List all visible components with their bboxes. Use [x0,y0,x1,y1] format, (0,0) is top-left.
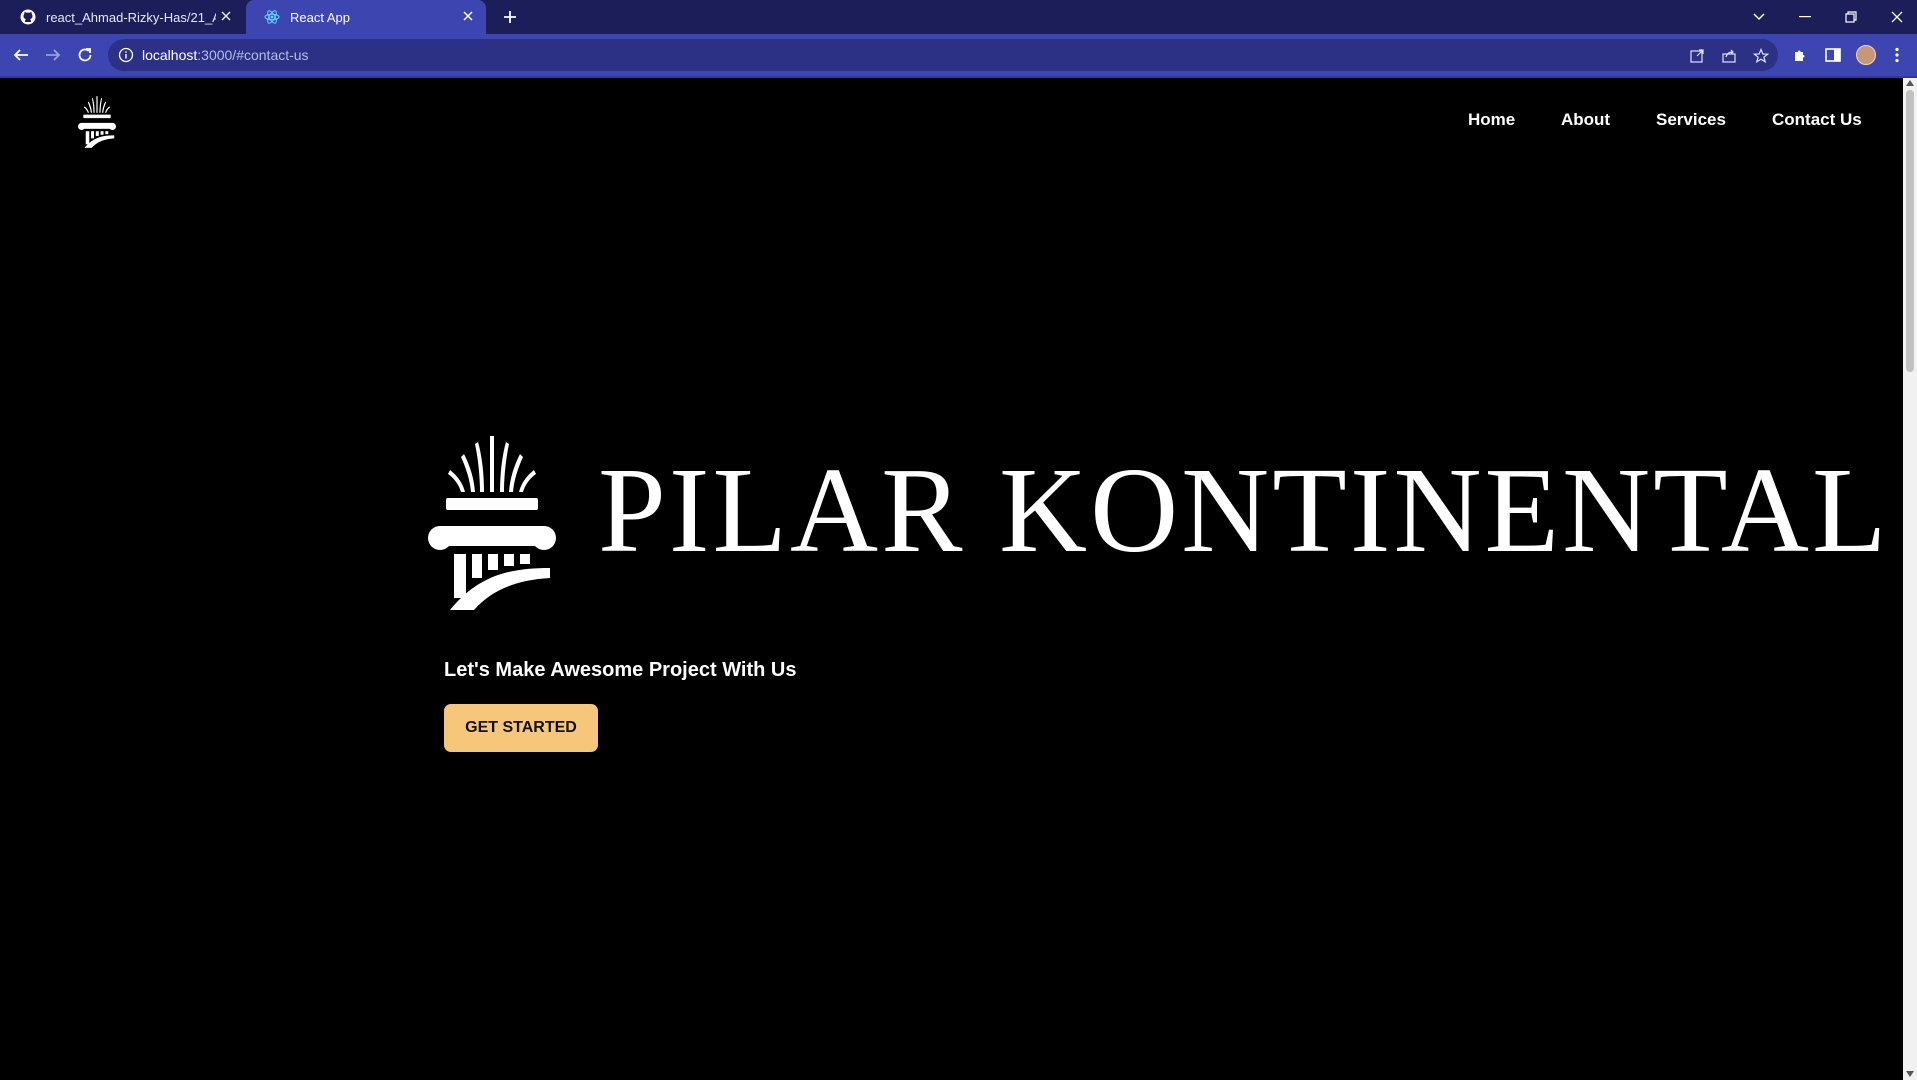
nav-home-link[interactable]: Home [1468,110,1515,130]
site-logo[interactable] [78,96,116,148]
new-tab-icon[interactable] [500,7,520,27]
nav-services-link[interactable]: Services [1656,110,1726,130]
url-text: localhost:3000/#contact-us [142,47,309,63]
scroll-down-arrow-icon[interactable] [1906,1071,1914,1077]
browser-tab-react-app[interactable]: React App [246,0,486,34]
tab-title: React App [290,9,350,25]
side-panel-icon[interactable] [1822,44,1844,66]
back-arrow-icon[interactable] [10,44,32,66]
site-info-icon[interactable] [118,47,134,63]
more-menu-icon[interactable] [1886,44,1908,66]
hero-pillar-logo [428,436,556,610]
restore-icon[interactable] [1840,6,1862,28]
profile-avatar[interactable] [1856,45,1876,65]
scrollbar-thumb[interactable] [1906,90,1914,372]
nav-contact-us-link[interactable]: Contact Us [1772,110,1862,130]
close-tab-icon[interactable] [460,8,476,24]
bookmark-star-icon[interactable] [1752,47,1770,65]
close-tab-icon[interactable] [218,8,234,24]
address-bar[interactable]: localhost:3000/#contact-us [108,39,1778,71]
scroll-up-arrow-icon[interactable] [1906,80,1914,86]
hero-tagline: Let's Make Awesome Project With Us [444,659,797,681]
tab-search-chevron-icon[interactable] [1748,6,1770,28]
page-scrollbar[interactable] [1903,78,1917,1080]
get-started-button[interactable]: GET STARTED [444,704,598,752]
browser-tabstrip: react_Ahmad-Rizky-Has/21_Auth React App [0,0,1917,34]
reload-icon[interactable] [74,44,96,66]
react-icon [264,9,280,25]
nav-about-link[interactable]: About [1561,110,1610,130]
browser-toolbar: localhost:3000/#contact-us [0,34,1917,78]
tab-title: react_Ahmad-Rizky-Has/21_Auth [46,9,216,25]
open-in-new-icon[interactable] [1688,47,1706,65]
extensions-puzzle-icon[interactable] [1790,44,1812,66]
page-viewport [0,78,1903,1080]
minimize-icon[interactable] [1794,6,1816,28]
close-window-icon[interactable] [1886,6,1908,28]
hero-brand-wordmark: PILAR KONTINENTAL [598,443,1890,578]
forward-arrow-icon[interactable] [42,44,64,66]
github-icon [20,9,36,25]
browser-tab-github[interactable]: react_Ahmad-Rizky-Has/21_Auth [2,0,244,34]
share-icon[interactable] [1720,47,1738,65]
